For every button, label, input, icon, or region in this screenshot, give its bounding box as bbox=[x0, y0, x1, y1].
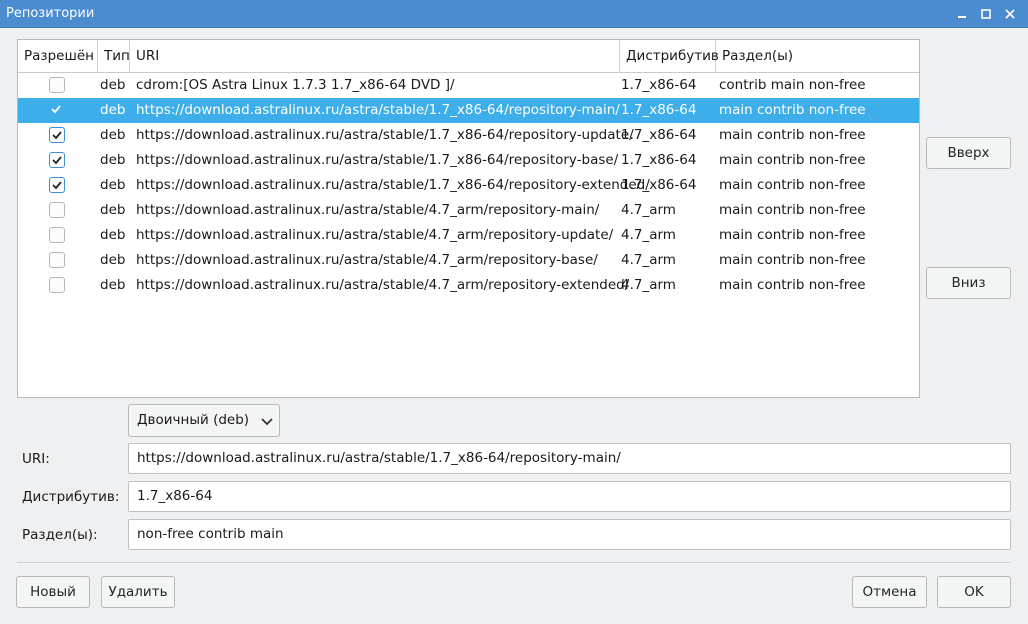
cell-uri: https://download.astralinux.ru/astra/sta… bbox=[136, 102, 620, 118]
cell-sections: main contrib non-free bbox=[719, 152, 866, 168]
cell-type: deb bbox=[100, 277, 126, 293]
cell-sections: main contrib non-free bbox=[719, 102, 866, 118]
ok-button[interactable]: OK bbox=[937, 576, 1011, 608]
cell-type: deb bbox=[100, 127, 126, 143]
cell-distribution: 1.7_x86-64 bbox=[621, 77, 697, 93]
enabled-checkbox[interactable] bbox=[49, 277, 65, 293]
table-row[interactable]: deb https://download.astralinux.ru/astra/… bbox=[18, 173, 919, 198]
close-icon[interactable] bbox=[1000, 4, 1020, 24]
window-title: Репозитории bbox=[6, 6, 95, 21]
cell-distribution: 4.7_arm bbox=[621, 227, 676, 243]
header-enabled[interactable]: Разрешён bbox=[18, 40, 98, 72]
cell-uri: https://download.astralinux.ru/astra/sta… bbox=[136, 227, 614, 243]
table-row[interactable]: deb https://download.astralinux.ru/astra/… bbox=[18, 98, 919, 123]
header-distribution[interactable]: Дистрибутив bbox=[620, 40, 719, 72]
enabled-checkbox[interactable] bbox=[49, 177, 65, 193]
distribution-field[interactable]: 1.7_x86-64 bbox=[128, 481, 1011, 512]
check-icon bbox=[52, 181, 62, 190]
cell-sections: main contrib non-free bbox=[719, 277, 866, 293]
cell-type: deb bbox=[100, 77, 126, 93]
cell-type: deb bbox=[100, 252, 126, 268]
cell-type: deb bbox=[100, 152, 126, 168]
repositories-dialog: Репозитории Разрешён Тип URI Дистрибутив… bbox=[0, 0, 1028, 624]
enabled-checkbox[interactable] bbox=[49, 202, 65, 218]
cell-sections: contrib main non-free bbox=[719, 77, 866, 93]
cell-sections: main contrib non-free bbox=[719, 177, 866, 193]
maximize-icon[interactable] bbox=[976, 4, 996, 24]
table-row[interactable]: deb https://download.astralinux.ru/astra/… bbox=[18, 223, 919, 248]
uri-field[interactable]: https://download.astralinux.ru/astra/sta… bbox=[128, 443, 1011, 474]
chevron-down-icon bbox=[261, 415, 273, 431]
enabled-checkbox[interactable] bbox=[49, 152, 65, 168]
sections-label: Раздел(ы): bbox=[22, 527, 98, 543]
uri-label: URI: bbox=[22, 451, 50, 467]
move-up-button[interactable]: Вверх bbox=[926, 137, 1011, 169]
cell-uri: https://download.astralinux.ru/astra/sta… bbox=[136, 202, 600, 218]
table-row[interactable]: deb cdrom:[OS Astra Linux 1.7.3 1.7_x86-6… bbox=[18, 73, 919, 98]
cell-uri: https://download.astralinux.ru/astra/sta… bbox=[136, 177, 650, 193]
table-row[interactable]: deb https://download.astralinux.ru/astra/… bbox=[18, 148, 919, 173]
cell-distribution: 1.7_x86-64 bbox=[621, 152, 697, 168]
package-type-select[interactable]: Двоичный (deb) bbox=[128, 404, 280, 437]
cell-distribution: 1.7_x86-64 bbox=[621, 102, 697, 118]
cell-uri: https://download.astralinux.ru/astra/sta… bbox=[136, 152, 619, 168]
check-icon bbox=[52, 131, 62, 140]
cell-type: deb bbox=[100, 177, 126, 193]
distribution-label: Дистрибутив: bbox=[22, 489, 120, 505]
header-sections[interactable]: Раздел(ы) bbox=[716, 40, 919, 72]
cell-distribution: 4.7_arm bbox=[621, 277, 676, 293]
title-bar[interactable]: Репозитории bbox=[0, 0, 1028, 28]
cell-sections: main contrib non-free bbox=[719, 227, 866, 243]
cancel-button[interactable]: Отмена bbox=[852, 576, 927, 608]
footer-divider bbox=[17, 562, 1011, 563]
cell-distribution: 1.7_x86-64 bbox=[621, 177, 697, 193]
package-type-value: Двоичный (deb) bbox=[137, 412, 250, 428]
cell-uri: cdrom:[OS Astra Linux 1.7.3 1.7_x86-64 D… bbox=[136, 77, 455, 93]
cell-uri: https://download.astralinux.ru/astra/sta… bbox=[136, 127, 634, 143]
sections-field[interactable]: non-free contrib main bbox=[128, 519, 1011, 550]
minimize-icon[interactable] bbox=[952, 4, 972, 24]
check-icon bbox=[52, 156, 62, 165]
new-button[interactable]: Новый bbox=[16, 576, 90, 608]
cell-sections: main contrib non-free bbox=[719, 252, 866, 268]
table-row[interactable]: deb https://download.astralinux.ru/astra/… bbox=[18, 198, 919, 223]
cell-uri: https://download.astralinux.ru/astra/sta… bbox=[136, 252, 598, 268]
cell-distribution: 4.7_arm bbox=[621, 202, 676, 218]
cell-type: deb bbox=[100, 102, 126, 118]
cell-distribution: 4.7_arm bbox=[621, 252, 676, 268]
table-row[interactable]: deb https://download.astralinux.ru/astra/… bbox=[18, 273, 919, 298]
enabled-checkbox[interactable] bbox=[49, 77, 65, 93]
cell-uri: https://download.astralinux.ru/astra/sta… bbox=[136, 277, 630, 293]
table-row[interactable]: deb https://download.astralinux.ru/astra/… bbox=[18, 248, 919, 273]
header-uri[interactable]: URI bbox=[130, 40, 620, 72]
header-type[interactable]: Тип bbox=[98, 40, 130, 72]
cell-sections: main contrib non-free bbox=[719, 127, 866, 143]
enabled-checkbox[interactable] bbox=[49, 227, 65, 243]
enabled-checkbox[interactable] bbox=[49, 252, 65, 268]
enabled-checkbox[interactable] bbox=[49, 127, 65, 143]
cell-distribution: 1.7_x86-64 bbox=[621, 127, 697, 143]
repository-table[interactable]: Разрешён Тип URI Дистрибутив Раздел(ы) d… bbox=[17, 39, 920, 398]
check-icon bbox=[51, 105, 61, 114]
move-down-button[interactable]: Вниз bbox=[926, 267, 1011, 299]
cell-type: deb bbox=[100, 202, 126, 218]
table-row[interactable]: deb https://download.astralinux.ru/astra/… bbox=[18, 123, 919, 148]
cell-type: deb bbox=[100, 227, 126, 243]
enabled-checkbox[interactable] bbox=[49, 102, 65, 118]
table-header: Разрешён Тип URI Дистрибутив Раздел(ы) bbox=[18, 40, 919, 73]
delete-button[interactable]: Удалить bbox=[101, 576, 175, 608]
cell-sections: main contrib non-free bbox=[719, 202, 866, 218]
